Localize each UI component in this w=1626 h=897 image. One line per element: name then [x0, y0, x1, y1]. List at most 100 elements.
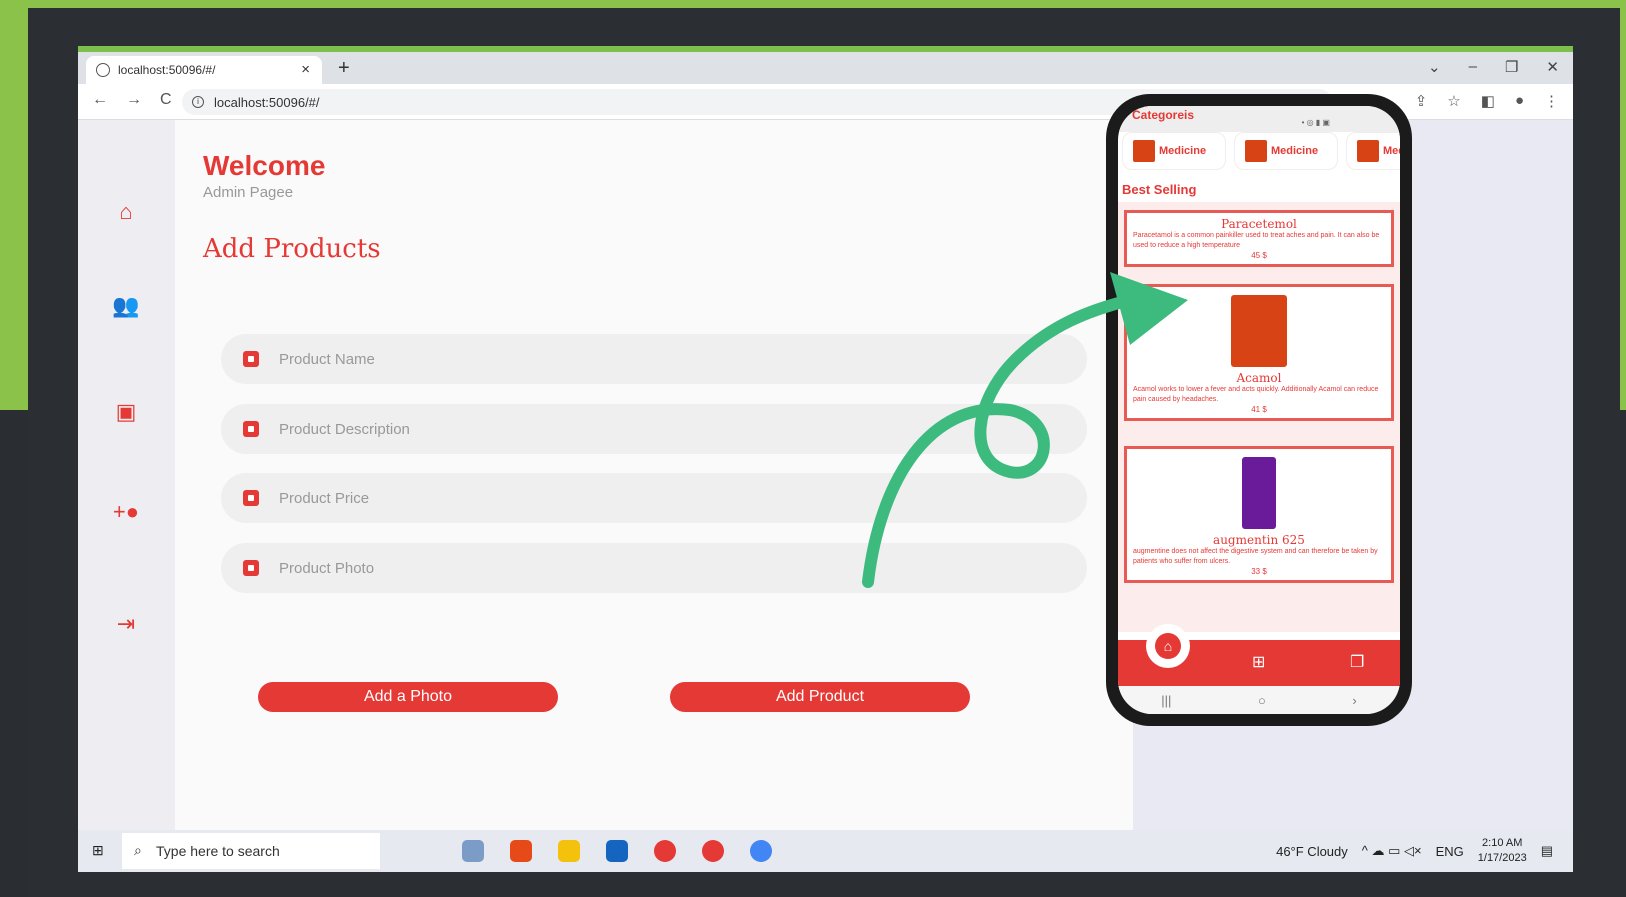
add-person-icon[interactable]: +●: [110, 496, 142, 528]
medicine-icon: [243, 351, 259, 367]
chip-label: Med: [1383, 145, 1400, 157]
product-card[interactable]: augmentin 625 augmentine does not affect…: [1124, 446, 1394, 583]
group-icon[interactable]: 👥: [110, 290, 142, 322]
globe-icon: [96, 63, 110, 77]
product-name: Acamol: [1236, 371, 1282, 385]
sidepanel-icon[interactable]: ◧: [1481, 92, 1495, 110]
product-price: 33 $: [1251, 567, 1267, 576]
home-icon[interactable]: ⌂: [110, 196, 142, 228]
language-indicator[interactable]: ENG: [1436, 844, 1464, 859]
weather-widget[interactable]: 46°F Cloudy: [1276, 844, 1348, 859]
chip-label: Medicine: [1271, 145, 1319, 157]
product-description: Paracetamol is a common painkiller used …: [1133, 232, 1380, 249]
close-tab-icon[interactable]: ×: [301, 61, 310, 78]
add-box-icon[interactable]: ⊞: [1252, 652, 1265, 672]
taskbar-apps: [462, 840, 772, 862]
tab-title: localhost:50096/#/: [118, 63, 216, 77]
phone-screen: Categoreis • ◎ ▮ ▣ Medicine Medicine Med…: [1118, 106, 1400, 714]
category-chip[interactable]: Med: [1346, 132, 1400, 170]
browser-actions: ⇪ ☆ ◧ ● ⋮: [1415, 92, 1559, 110]
notification-icon[interactable]: ▤: [1541, 843, 1553, 859]
time: 2:10 AM: [1482, 837, 1523, 849]
system-tray: 46°F Cloudy ^ ☁ ▭ ◁× ENG 2:10 AM 1/17/20…: [1276, 836, 1553, 866]
product-name-placeholder: Product Name: [279, 350, 375, 368]
categories-title: Categoreis: [1132, 108, 1195, 122]
add-photo-button[interactable]: Add a Photo: [258, 682, 558, 712]
phone-mockup: Categoreis • ◎ ▮ ▣ Medicine Medicine Med…: [1106, 94, 1412, 726]
medical-bag-icon: [243, 421, 259, 437]
welcome-heading: Welcome: [203, 150, 326, 181]
recents-icon[interactable]: |||: [1161, 693, 1171, 708]
restore-icon[interactable]: ❐: [1505, 58, 1518, 76]
forward-icon[interactable]: →: [126, 91, 142, 109]
chrome-icon[interactable]: [654, 840, 676, 862]
category-chip[interactable]: Medicine: [1122, 132, 1226, 170]
file-explorer-icon[interactable]: [558, 840, 580, 862]
product-name-field[interactable]: Product Name: [221, 334, 1087, 384]
category-chips: Medicine Medicine Med: [1122, 132, 1400, 178]
back-icon[interactable]: ←: [92, 91, 108, 109]
tray-icons[interactable]: ^ ☁ ▭ ◁×: [1362, 843, 1422, 859]
panadol-box-image: [1231, 295, 1287, 367]
product-description-field[interactable]: Product Description: [221, 404, 1087, 454]
chrome-icon[interactable]: [702, 840, 724, 862]
browser-tab[interactable]: localhost:50096/#/ ×: [86, 56, 322, 84]
menu-icon[interactable]: ⋮: [1544, 92, 1559, 110]
new-tab-icon[interactable]: +: [338, 57, 350, 80]
windows-start-icon[interactable]: ⊞: [92, 842, 110, 860]
windows-taskbar: ⊞ ⌕ Type here to search 46°F Cloudy ^ ☁ …: [78, 830, 1573, 872]
calpol-box-image: [1242, 457, 1276, 529]
android-nav-bar: ||| ○ ›: [1118, 686, 1400, 714]
medicine-thumbnail: [1245, 140, 1267, 162]
product-description: Acamol works to lower a fever and acts q…: [1133, 386, 1379, 403]
admin-content: Welcome Admin Pagee Add Products Product…: [175, 120, 1133, 830]
window-controls: ⌄ – ❐ ✕: [1428, 58, 1559, 76]
taskbar-search[interactable]: ⌕ Type here to search: [122, 833, 380, 869]
navigation-buttons: ← → C: [92, 91, 172, 109]
back-chevron-icon[interactable]: ›: [1352, 693, 1356, 708]
phone-status-bar: Categoreis • ◎ ▮ ▣: [1118, 106, 1400, 132]
clock[interactable]: 2:10 AM 1/17/2023: [1478, 836, 1527, 866]
reload-icon[interactable]: C: [160, 91, 172, 109]
info-icon[interactable]: i: [192, 96, 204, 108]
product-photo-placeholder: Product Photo: [279, 559, 375, 577]
product-photo-field[interactable]: Product Photo: [221, 543, 1087, 593]
app-icon[interactable]: [606, 840, 628, 862]
medicine-thumbnail: [1357, 140, 1379, 162]
task-view-icon[interactable]: [462, 840, 484, 862]
home-icon: ⌂: [1155, 633, 1181, 659]
product-description: augmentine does not affect the digestive…: [1133, 548, 1378, 565]
nav-home-button[interactable]: ⌂: [1146, 624, 1190, 668]
admin-subtitle: Admin Pagee: [203, 184, 294, 201]
star-icon[interactable]: ☆: [1447, 92, 1460, 110]
date: 1/17/2023: [1477, 852, 1527, 864]
logout-icon[interactable]: ⇥: [110, 608, 142, 640]
product-price: 41 $: [1251, 405, 1267, 414]
product-name: Paracetemol: [1221, 217, 1297, 231]
copy-icon[interactable]: ❐: [1350, 652, 1364, 672]
product-card[interactable]: Paracetemol Paracetamol is a common pain…: [1124, 210, 1394, 267]
product-price-field[interactable]: Product Price: [221, 473, 1087, 523]
status-icons: • ◎ ▮ ▣: [1301, 118, 1330, 127]
browser-icon[interactable]: [750, 840, 772, 862]
home-circle-icon[interactable]: ○: [1258, 693, 1266, 708]
product-card[interactable]: Acamol Acamol works to lower a fever and…: [1124, 284, 1394, 421]
medicine-bottle-icon[interactable]: ▣: [110, 396, 142, 428]
url-text: localhost:50096/#/: [214, 94, 320, 110]
share-icon[interactable]: ⇪: [1415, 92, 1428, 110]
phone-bottom-nav: ⌂ ⊞ ❐: [1118, 624, 1400, 686]
add-products-title: Add Products: [203, 234, 381, 264]
office-icon[interactable]: [510, 840, 532, 862]
medicine-thumbnail: [1133, 140, 1155, 162]
minimize-icon[interactable]: –: [1469, 58, 1477, 76]
product-price: 45 $: [1251, 251, 1267, 260]
tab-search-icon[interactable]: ⌄: [1428, 58, 1441, 76]
product-list: Paracetemol Paracetamol is a common pain…: [1118, 202, 1400, 632]
product-description-placeholder: Product Description: [279, 420, 410, 438]
search-placeholder: Type here to search: [156, 843, 280, 859]
category-chip[interactable]: Medicine: [1234, 132, 1338, 170]
product-name: augmentin 625: [1213, 533, 1305, 547]
close-window-icon[interactable]: ✕: [1546, 58, 1559, 76]
add-product-button[interactable]: Add Product: [670, 682, 970, 712]
profile-icon[interactable]: ●: [1515, 92, 1524, 110]
